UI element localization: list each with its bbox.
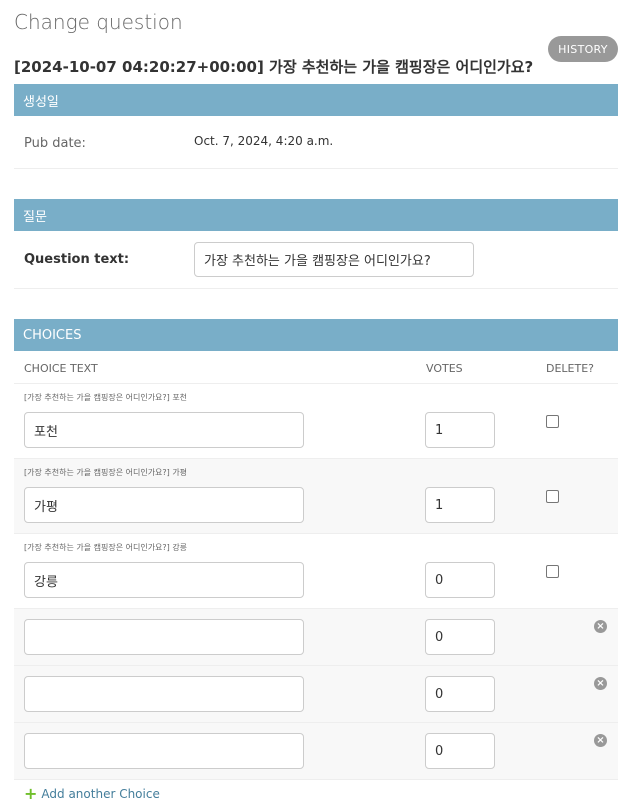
delete-checkbox[interactable] [546,490,559,503]
choice-text-input[interactable]: 강릉 [24,562,304,598]
column-header-choice-text: CHOICE TEXT [24,362,98,375]
choice-row-caption: [가장 추천하는 가을 캠핑장은 어디인가요?] 강릉 [24,543,188,552]
votes-input[interactable]: 0 [425,562,495,598]
votes-input[interactable]: 1 [425,412,495,448]
choice-text-input[interactable]: 가평 [24,487,304,523]
choice-row-caption: [가장 추천하는 가을 캠핑장은 어디인가요?] 가평 [24,468,188,477]
votes-input[interactable]: 0 [425,676,495,712]
object-title: [2024-10-07 04:20:27+00:00] 가장 추천하는 가을 캠… [14,58,534,76]
pub-date-value: Oct. 7, 2024, 4:20 a.m. [194,134,334,148]
votes-input[interactable]: 0 [425,733,495,769]
remove-inline-icon[interactable]: × [594,734,607,747]
add-another-choice-label: Add another Choice [41,787,160,801]
pub-date-label: Pub date: [24,136,86,151]
votes-input[interactable]: 0 [425,619,495,655]
fieldset-header-date: 생성일 [14,84,618,116]
delete-checkbox[interactable] [546,565,559,578]
choice-text-input[interactable] [24,733,304,769]
page-title: Change question [14,10,183,34]
question-text-input[interactable]: 가장 추천하는 가을 캠핑장은 어디인가요? [194,242,474,277]
row-divider [14,288,618,289]
choices-inline-header: CHOICES [14,319,618,351]
choice-text-input[interactable]: 포천 [24,412,304,448]
add-another-choice-link[interactable]: + Add another Choice [24,784,160,803]
remove-inline-icon[interactable]: × [594,677,607,690]
row-divider [14,168,618,169]
choice-text-input[interactable] [24,619,304,655]
votes-input[interactable]: 1 [425,487,495,523]
choice-row-caption: [가장 추천하는 가을 캠핑장은 어디인가요?] 포천 [24,393,188,402]
remove-inline-icon[interactable]: × [594,620,607,633]
plus-icon: + [24,784,38,803]
column-header-delete: DELETE? [546,362,595,375]
delete-checkbox[interactable] [546,415,559,428]
column-header-votes: VOTES [426,362,463,375]
history-button[interactable]: HISTORY [548,36,618,62]
fieldset-header-question: 질문 [14,199,618,231]
row-divider [14,779,618,780]
choice-text-input[interactable] [24,676,304,712]
question-text-label: Question text: [24,252,130,267]
